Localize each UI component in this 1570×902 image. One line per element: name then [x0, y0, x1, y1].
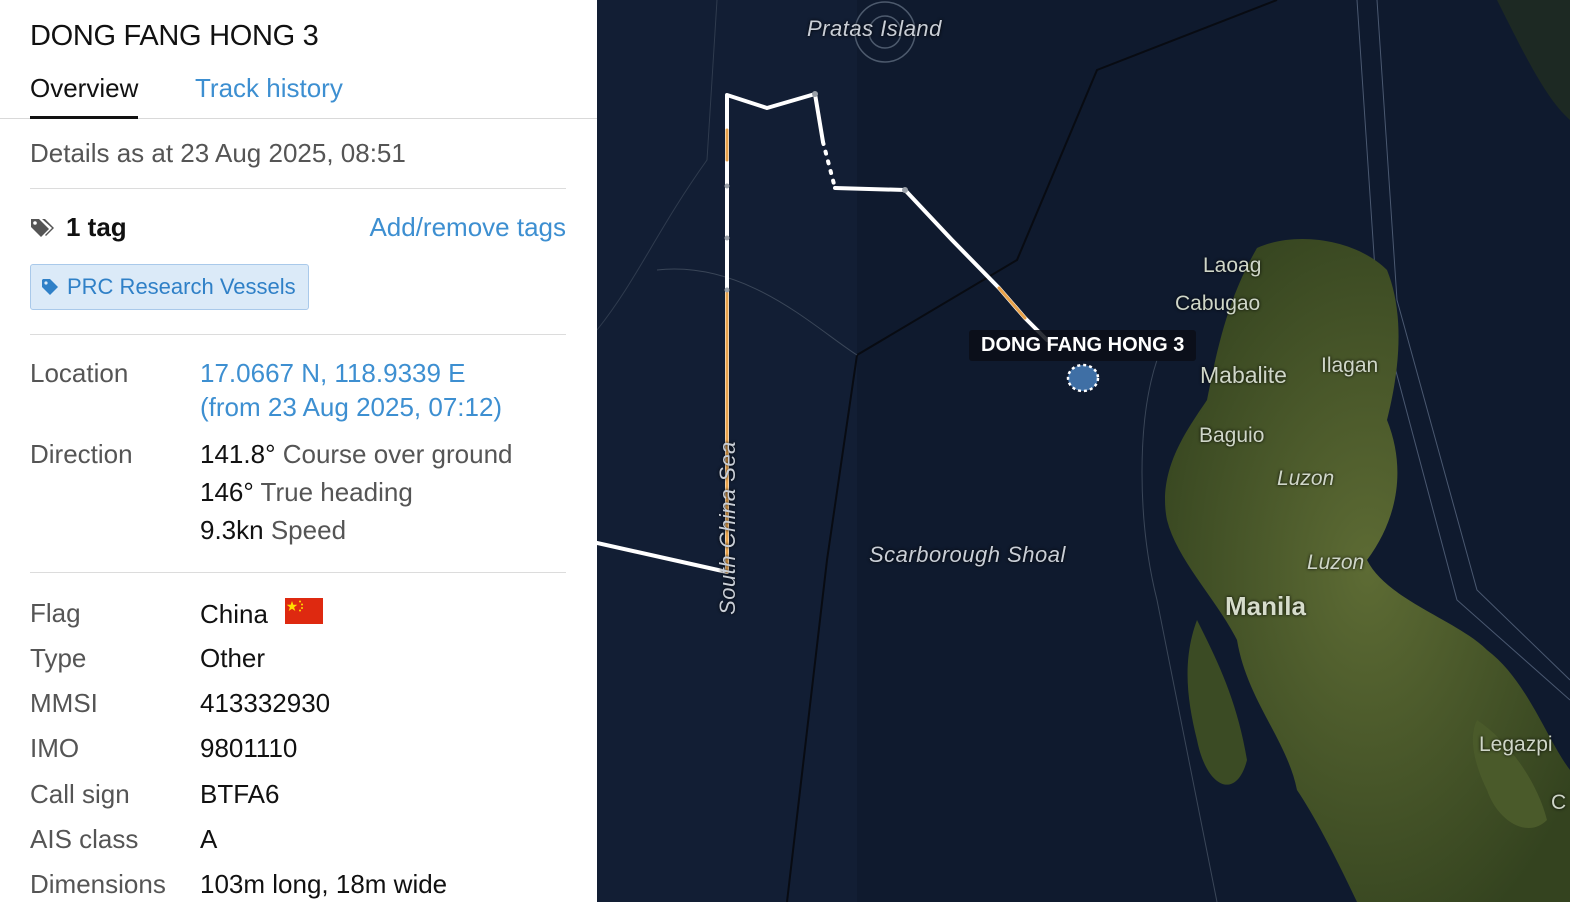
- place-partial: C: [1551, 791, 1567, 814]
- type-value: Other: [200, 643, 266, 673]
- tag-count: 1 tag: [66, 212, 127, 242]
- pratas-island-label: Pratas Island: [807, 16, 942, 41]
- place-manila: Manila: [1225, 591, 1306, 621]
- cog-label: Course over ground: [282, 439, 513, 469]
- mmsi-label: MMSI: [30, 688, 98, 718]
- vessel-details-panel: DONG FANG HONG 3 Overview Track history …: [0, 0, 597, 902]
- location-coords[interactable]: 17.0667 N, 118.9339 E: [200, 358, 466, 389]
- call-sign-value: BTFA6: [200, 779, 280, 809]
- ais-class-value: A: [200, 824, 218, 854]
- place-ilagan: Ilagan: [1321, 354, 1379, 377]
- location-label: Location: [30, 358, 129, 388]
- place-luzon-2: Luzon: [1307, 551, 1365, 574]
- divider: [30, 188, 566, 189]
- heading-label: True heading: [260, 477, 413, 507]
- flag-label: Flag: [30, 598, 81, 628]
- tag-chip[interactable]: PRC Research Vessels: [30, 264, 309, 310]
- place-cabugao: Cabugao: [1175, 292, 1261, 315]
- flag-value: China: [200, 598, 324, 630]
- dimensions-label: Dimensions: [30, 869, 166, 899]
- scarborough-shoal-label: Scarborough Shoal: [869, 542, 1066, 567]
- type-label: Type: [30, 643, 87, 673]
- place-laoag: Laoag: [1203, 254, 1262, 277]
- dimensions-value: 103m long, 18m wide: [200, 869, 448, 899]
- divider: [30, 334, 566, 335]
- tag-chip-label: PRC Research Vessels: [67, 274, 296, 299]
- place-legazpi: Legazpi: [1479, 733, 1553, 756]
- tab-overview[interactable]: Overview: [30, 73, 139, 119]
- map-canvas: [597, 0, 1570, 902]
- details-timestamp: Details as at 23 Aug 2025, 08:51: [30, 138, 406, 168]
- place-luzon: Luzon: [1277, 467, 1335, 490]
- tag-icon: [42, 279, 58, 295]
- flag-country: China: [200, 599, 268, 629]
- divider: [30, 572, 566, 573]
- heading-value: 146°: [200, 477, 254, 507]
- ais-class-label: AIS class: [30, 824, 139, 854]
- tags-icon: [31, 219, 54, 237]
- course-over-ground: 141.8° Course over ground: [200, 439, 513, 470]
- mmsi-value: 413332930: [200, 688, 331, 718]
- vessel-marker[interactable]: [1066, 363, 1100, 393]
- direction-label: Direction: [30, 439, 133, 469]
- place-mabalite: Mabalite: [1200, 362, 1287, 388]
- location-since[interactable]: (from 23 Aug 2025, 07:12): [200, 392, 502, 423]
- speed: 9.3kn Speed: [200, 515, 346, 546]
- speed-value: 9.3kn: [200, 515, 264, 545]
- map-view[interactable]: Pratas Island Scarborough Shoal South Ch…: [597, 0, 1570, 902]
- vessel-name: DONG FANG HONG 3: [30, 20, 319, 52]
- call-sign-label: Call sign: [30, 779, 130, 809]
- true-heading: 146° True heading: [200, 477, 413, 508]
- tab-bar: Overview Track history: [0, 70, 597, 119]
- imo-label: IMO: [30, 733, 80, 763]
- tab-track-history[interactable]: Track history: [195, 73, 343, 104]
- place-baguio: Baguio: [1199, 424, 1265, 447]
- tags-row: 1 tag Add/remove tags: [30, 212, 566, 248]
- imo-value: 9801110: [200, 733, 298, 763]
- china-flag-icon: [285, 598, 324, 624]
- add-remove-tags-link[interactable]: Add/remove tags: [369, 212, 566, 243]
- vessel-map-label: DONG FANG HONG 3: [969, 330, 1197, 361]
- speed-label: Speed: [270, 515, 347, 545]
- south-china-sea-label: South China Sea: [714, 441, 740, 615]
- cog-value: 141.8°: [200, 439, 276, 469]
